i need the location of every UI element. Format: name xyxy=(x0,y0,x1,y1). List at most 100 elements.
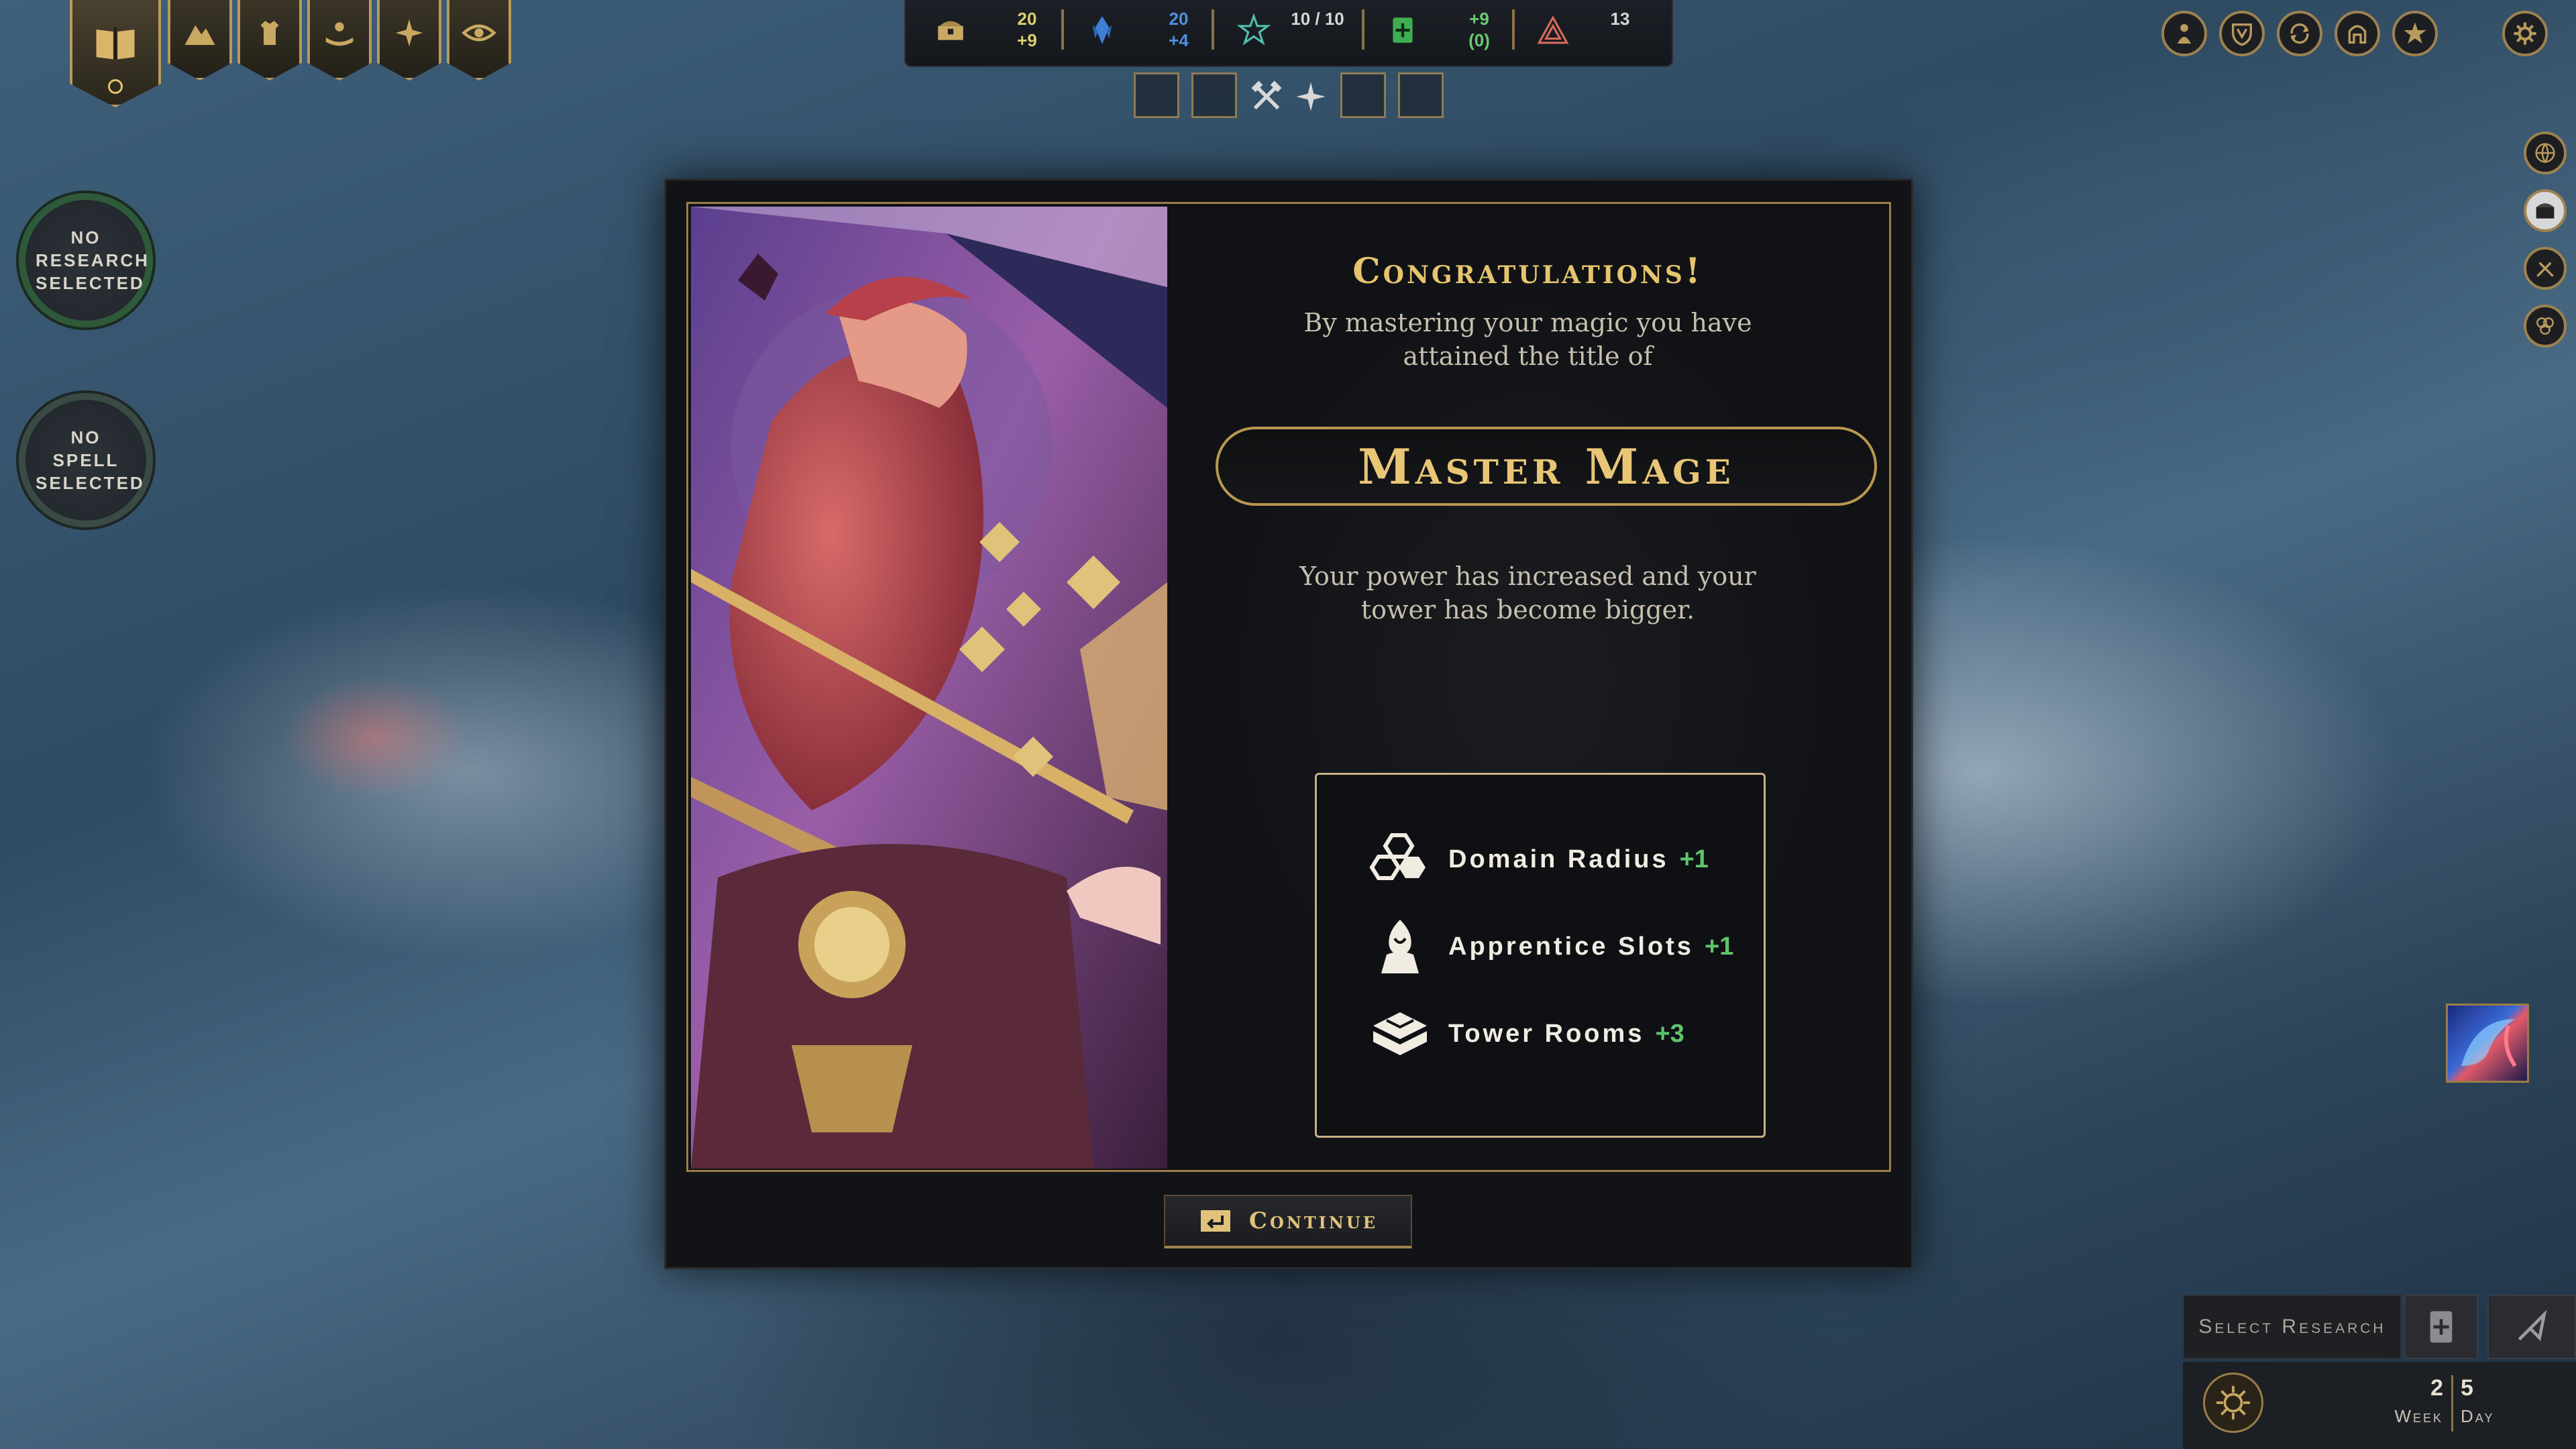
sun-emblem-icon xyxy=(2216,1386,2250,1419)
rewards-box: Domain Radius +1 Apprentice Slots +1 Tow… xyxy=(1315,773,1766,1138)
dialog-frame: Congratulations! By mastering your magic… xyxy=(686,202,1891,1172)
reward-row: Domain Radius +1 xyxy=(1368,826,1709,893)
select-research-label: Select Research xyxy=(2198,1316,2386,1338)
fleur-tab[interactable] xyxy=(377,0,441,80)
active-spell-card[interactable] xyxy=(2446,1004,2529,1083)
resource-bar: 20 +9 20 +4 10 / 10 +9 (0) 13 xyxy=(904,0,1673,67)
shield-menu-button[interactable] xyxy=(2219,11,2265,56)
calendar-emblem[interactable] xyxy=(2203,1373,2263,1433)
arrow-forward-icon xyxy=(2518,1309,2547,1342)
week-value: 2 xyxy=(2430,1375,2443,1401)
star-icon xyxy=(2404,22,2426,44)
apprentice-menu-button[interactable] xyxy=(2161,11,2207,56)
reward-label: Apprentice Slots xyxy=(1448,932,1694,961)
star-menu-button[interactable] xyxy=(2392,11,2438,56)
reward-bonus: +3 xyxy=(1655,1019,1684,1048)
knowledge-amount: 13 xyxy=(1610,9,1630,29)
end-turn-button[interactable] xyxy=(2487,1295,2576,1359)
apprentice-icon xyxy=(1381,920,1419,973)
crossed-hammers-icon[interactable] xyxy=(1249,79,1284,114)
shield-icon xyxy=(2232,23,2252,46)
settings-button[interactable] xyxy=(2502,11,2548,56)
chest-icon xyxy=(2536,203,2555,219)
knowledge-triangle-icon[interactable] xyxy=(1536,13,1570,47)
tower-rooms-icon xyxy=(1373,1012,1427,1055)
empty-slot[interactable] xyxy=(1340,72,1386,118)
empty-slot[interactable] xyxy=(1398,72,1444,118)
reward-label: Domain Radius xyxy=(1448,845,1669,873)
domain-button[interactable] xyxy=(2524,305,2567,347)
empty-slot[interactable] xyxy=(1191,72,1237,118)
reward-label: Tower Rooms xyxy=(1448,1019,1645,1048)
domain-tab[interactable] xyxy=(168,0,232,80)
essence-amount: 10 / 10 xyxy=(1291,9,1344,29)
research-book-icon[interactable] xyxy=(1386,13,1419,47)
essence-star-icon[interactable] xyxy=(1237,13,1271,47)
gold-amount: 20 xyxy=(1017,9,1037,29)
mana-income: +4 xyxy=(1169,30,1189,50)
helmet-menu-button[interactable] xyxy=(2334,11,2380,56)
title-details-panel: Congratulations! By mastering your magic… xyxy=(1167,207,1888,1169)
apprentices-tab[interactable] xyxy=(307,0,372,80)
cycle-icon xyxy=(2290,23,2309,44)
reward-row: Tower Rooms +3 xyxy=(1368,1000,1684,1067)
enter-key-icon xyxy=(1200,1210,1230,1232)
calendar-panel: 2 Week 5 Day xyxy=(2183,1362,2576,1449)
helmet-icon xyxy=(2348,25,2367,44)
reward-bonus: +1 xyxy=(1679,845,1709,873)
earned-title: Master Mage xyxy=(1216,427,1877,506)
mana-crystal-icon[interactable] xyxy=(1085,13,1119,47)
select-research-button[interactable]: Select Research xyxy=(2183,1295,2402,1359)
domain-radius-icon xyxy=(1369,833,1426,880)
mana-amount: 20 xyxy=(1169,9,1189,29)
hammers-icon xyxy=(2536,262,2554,277)
globe-icon xyxy=(2535,143,2555,164)
research-extra: (0) xyxy=(1468,30,1490,50)
active-indicator xyxy=(108,79,123,94)
power-description: Your power has increased and your tower … xyxy=(1299,561,1756,625)
earned-title-text: Master Mage xyxy=(1358,437,1735,495)
world-map-button[interactable] xyxy=(2524,131,2567,174)
continue-button[interactable]: Continue xyxy=(1164,1195,1412,1248)
book-icon xyxy=(96,27,135,60)
separator xyxy=(1512,9,1515,50)
tower-icon xyxy=(260,21,279,45)
separator xyxy=(1212,9,1214,50)
vortex-icon xyxy=(2461,1019,2517,1067)
gold-chest-icon[interactable] xyxy=(934,13,967,47)
crafting-button[interactable] xyxy=(2524,247,2567,290)
separator xyxy=(1061,9,1064,50)
spell-selector-label: No Spell Selected xyxy=(36,427,145,493)
hex-cluster-icon xyxy=(2536,317,2554,335)
research-book-icon xyxy=(2430,1311,2453,1343)
research-selector-label: No Research Selected xyxy=(36,227,150,293)
day-label: Day xyxy=(2461,1406,2495,1426)
eye-icon xyxy=(462,24,496,42)
congratulations-heading: Congratulations! xyxy=(1352,251,1703,292)
day-value: 5 xyxy=(2461,1375,2473,1401)
research-book-button[interactable] xyxy=(2404,1295,2478,1359)
hands-icon xyxy=(325,22,354,46)
fleur-slot-icon[interactable] xyxy=(1293,79,1328,114)
eye-tab[interactable] xyxy=(447,0,511,80)
mountain-icon xyxy=(184,25,215,45)
week-label: Week xyxy=(2394,1406,2443,1426)
separator xyxy=(2451,1375,2453,1432)
spellbook-tab[interactable] xyxy=(70,0,161,107)
gold-income: +9 xyxy=(1017,30,1037,50)
empty-slot[interactable] xyxy=(1134,72,1179,118)
reward-bonus: +1 xyxy=(1704,932,1734,961)
reward-row: Apprentice Slots +1 xyxy=(1368,913,1733,980)
intro-text: By mastering your magic you have attaine… xyxy=(1303,308,1752,371)
research-selector[interactable]: No Research Selected xyxy=(19,193,153,327)
spell-selector[interactable]: No Spell Selected xyxy=(19,393,153,527)
tower-tab[interactable] xyxy=(237,0,302,80)
continue-label: Continue xyxy=(1248,1208,1379,1234)
treasury-button[interactable] xyxy=(2524,189,2567,232)
figure-icon xyxy=(2178,23,2191,44)
dwarf-mage-portrait xyxy=(691,207,1167,1169)
cycle-menu-button[interactable] xyxy=(2277,11,2322,56)
portrait-illustration xyxy=(691,207,1167,1169)
gear-icon xyxy=(2514,22,2536,45)
title-achievement-dialog: Congratulations! By mastering your magic… xyxy=(664,178,1913,1269)
